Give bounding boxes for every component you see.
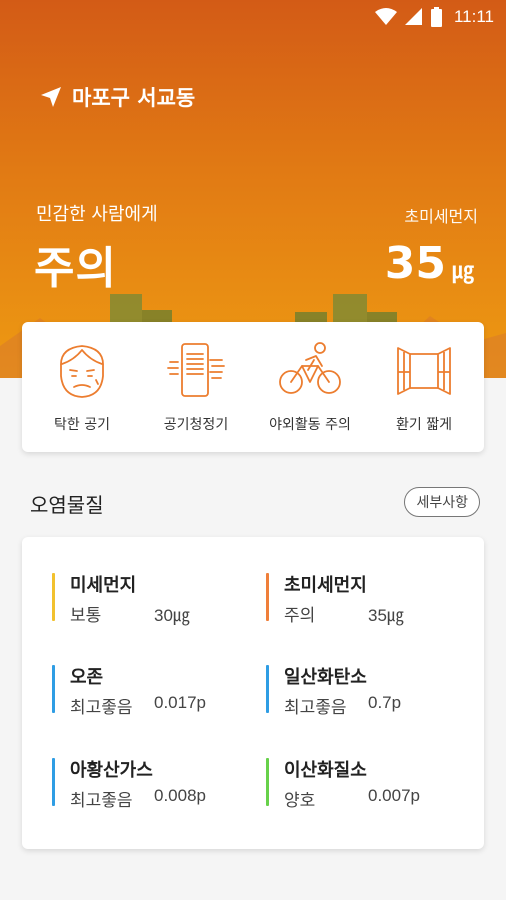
pollutant-status: 양호 — [284, 791, 316, 811]
tip-label: 탁한 공기 — [54, 417, 110, 433]
details-button[interactable]: 세부사항 — [404, 487, 480, 517]
pollutant-value: 0.008p — [154, 786, 206, 805]
status-color-bar — [266, 665, 269, 713]
status-bar: 11:11 — [0, 0, 506, 36]
battery-icon — [430, 7, 442, 27]
pollutant-name: 이산화질소 — [284, 760, 367, 781]
status-color-bar — [52, 758, 55, 806]
pollutant-value: 0.7p — [368, 693, 402, 712]
location-name: 마포구 서교동 — [72, 86, 196, 110]
pollutant-name: 아황산가스 — [70, 760, 153, 781]
pollutant-name: 오존 — [70, 667, 104, 688]
pollutant-value: 0.007p — [368, 786, 420, 805]
pm25-unit: ㎍ — [451, 259, 474, 284]
face-icon — [60, 345, 104, 398]
pollutant-name: 초미세먼지 — [284, 575, 367, 596]
pollutant-status: 주의 — [284, 606, 316, 626]
wifi-icon — [374, 8, 397, 25]
tip-air-purifier[interactable]: 공기청정기 — [138, 340, 254, 434]
pollutant-status: 최고좋음 — [70, 791, 133, 811]
location-arrow-icon — [41, 87, 61, 107]
tips-card: 탁한 공기 공기청정기 야외활동 주의 환기 짧게 — [22, 322, 484, 452]
location-selector[interactable]: 마포구 서교동 — [40, 82, 195, 112]
signal-icon — [404, 8, 422, 25]
pm25-value: 35 — [384, 238, 446, 289]
tip-dirty-air[interactable]: 탁한 공기 — [24, 340, 140, 434]
pm25-label: 초미세먼지 — [404, 207, 478, 226]
tip-label: 야외활동 주의 — [269, 417, 351, 433]
pollutant-name: 일산화탄소 — [284, 667, 367, 688]
advice-text: 민감한 사람에게 — [36, 204, 158, 225]
status-color-bar — [52, 573, 55, 621]
tip-outdoor-caution[interactable]: 야외활동 주의 — [252, 340, 368, 434]
tip-label: 공기청정기 — [163, 417, 229, 433]
status-time: 11:11 — [453, 7, 494, 26]
air-quality-level: 주의 — [34, 243, 117, 294]
pollutant-item-pm10: 미세먼지 보통 30㎍ — [52, 571, 252, 631]
window-icon — [397, 347, 451, 395]
pollutant-item-ozone: 오존 최고좋음 0.017p — [52, 663, 252, 723]
pollutant-item-nitrogen-dioxide: 이산화질소 양호 0.007p — [266, 756, 466, 816]
pollutant-value: 30㎍ — [154, 606, 190, 625]
pollutant-item-pm25: 초미세먼지 주의 35㎍ — [266, 571, 466, 631]
pollutant-status: 보통 — [70, 606, 102, 626]
tip-short-ventilation[interactable]: 환기 짧게 — [366, 340, 482, 434]
pollutant-status: 최고좋음 — [284, 698, 347, 718]
pollutant-value: 0.017p — [154, 693, 206, 712]
pollutant-card: 미세먼지 보통 30㎍ 초미세먼지 주의 35㎍ 오존 최고좋음 0.017p … — [22, 537, 484, 849]
status-color-bar — [52, 665, 55, 713]
pollutant-value: 35㎍ — [368, 606, 404, 625]
status-color-bar — [266, 573, 269, 621]
bicycle-icon — [279, 342, 341, 394]
pollutant-name: 미세먼지 — [70, 575, 137, 596]
pollutant-item-carbon-monoxide: 일산화탄소 최고좋음 0.7p — [266, 663, 466, 723]
pollutants-section-title: 오염물질 — [30, 493, 104, 517]
pollutant-status: 최고좋음 — [70, 698, 133, 718]
pm25-reading: 35 ㎍ — [385, 238, 474, 289]
tip-label: 환기 짧게 — [396, 417, 452, 433]
status-color-bar — [266, 758, 269, 806]
pollutant-item-sulfur-dioxide: 아황산가스 최고좋음 0.008p — [52, 756, 252, 816]
air-purifier-icon — [167, 343, 225, 397]
